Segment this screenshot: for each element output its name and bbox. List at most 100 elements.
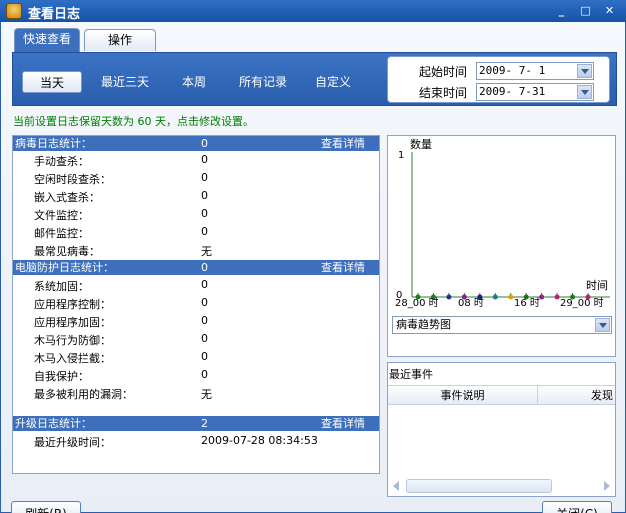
app-shield-icon (6, 3, 22, 19)
stats-row: 手动查杀： 0 (13, 151, 379, 169)
stat-label: 系统加固： (34, 280, 89, 293)
stats-row: 自我保护： 0 (13, 366, 379, 384)
stats-row: 文件监控： 0 (13, 205, 379, 223)
upgrade-details-link[interactable]: 查看详情 (321, 416, 365, 431)
protect-stats-total: 0 (201, 261, 208, 274)
chart-xtick-label: 08 时 (458, 297, 484, 309)
stat-label: 手动查杀： (34, 155, 89, 168)
protect-details-link[interactable]: 查看详情 (321, 260, 365, 275)
upgrade-stats-title: 升级日志统计： (15, 417, 92, 430)
chart-xtick-label: 16 时 (514, 297, 540, 309)
stat-label: 应用程序控制： (34, 298, 111, 311)
range-custom-button[interactable]: 自定义 (308, 71, 358, 93)
end-date-value: 2009- 7-31 (479, 85, 546, 98)
events-table-header: 事件说明 发现 (388, 385, 615, 405)
upgrade-stats-total: 2 (201, 417, 208, 430)
stat-value: 0 (201, 368, 208, 381)
data-point (554, 294, 560, 300)
data-point (446, 294, 452, 300)
stat-value: 0 (201, 314, 208, 327)
protect-stats-title: 电脑防护日志统计： (15, 261, 114, 274)
date-range-box: 起始时间 2009- 7- 1 结束时间 2009- 7-31 (387, 56, 610, 103)
stats-row: 木马入侵拦截： 0 (13, 348, 379, 366)
window-title: 查看日志 (28, 7, 81, 22)
maximize-button[interactable]: □ (577, 3, 594, 19)
tab-operations[interactable]: 操作 (84, 29, 156, 51)
stat-value: 无 (201, 245, 212, 258)
retention-hint-link[interactable]: 当前设置日志保留天数为 60 天，点击修改设置。 (13, 113, 254, 129)
virus-stats-total: 0 (201, 137, 208, 150)
stat-label: 文件监控： (34, 209, 89, 222)
stat-value: 无 (201, 388, 212, 401)
chart-type-value: 病毒趋势图 (396, 318, 451, 331)
stat-label: 自我保护： (34, 370, 89, 383)
chevron-down-icon[interactable] (595, 318, 610, 332)
tab-quick-view[interactable]: 快速查看 (14, 28, 80, 52)
stats-row: 空闲时段查杀： 0 (13, 169, 379, 187)
stats-row: 应用程序加固： 0 (13, 312, 379, 330)
trend-chart-panel: 数量 1 0 时间 28_00 时 08 时 16 时 29_00 时 病毒趋势… (387, 135, 616, 357)
stat-label: 邮件监控： (34, 227, 89, 240)
stats-row: 系统加固： 0 (13, 276, 379, 294)
stat-label: 空闲时段查杀： (34, 173, 111, 186)
virus-stats-title: 病毒日志统计： (15, 137, 92, 150)
range-today-button[interactable]: 当天 (22, 71, 82, 93)
chart-ylabel: 数量 (410, 138, 432, 151)
stat-value: 0 (201, 153, 208, 166)
range-this-week-button[interactable]: 本周 (170, 71, 218, 93)
filter-bar: 当天 最近三天 本周 所有记录 自定义 起始时间 2009- 7- 1 结束时间… (12, 52, 617, 106)
stats-row: 应用程序控制： 0 (13, 294, 379, 312)
chart-xlabel: 时间 (586, 279, 608, 292)
chart-ytick-1: 1 (398, 150, 404, 161)
horizontal-scrollbar[interactable] (390, 478, 613, 494)
protect-stats-header: 电脑防护日志统计： 0 查看详情 (13, 260, 379, 275)
end-date-label: 结束时间 (419, 86, 468, 100)
stat-label: 嵌入式查杀： (34, 191, 100, 204)
start-date-value: 2009- 7- 1 (479, 64, 546, 77)
recent-events-title: 最近事件 (389, 368, 433, 381)
stat-label: 木马入侵拦截： (34, 352, 111, 365)
chevron-down-icon[interactable] (577, 85, 592, 99)
start-date-label: 起始时间 (419, 65, 468, 79)
chevron-down-icon[interactable] (577, 64, 592, 78)
window-body: 快速查看 操作 当天 最近三天 本周 所有记录 自定义 起始时间 2009- 7… (0, 22, 626, 513)
stats-row: 嵌入式查杀： 0 (13, 187, 379, 205)
minimize-button[interactable]: _ (553, 3, 570, 19)
chart-type-select[interactable]: 病毒趋势图 (392, 316, 612, 334)
stat-label: 应用程序加固： (34, 316, 111, 329)
column-event-description[interactable]: 事件说明 (388, 386, 538, 405)
scrollbar-thumb[interactable] (406, 479, 552, 493)
stat-label: 木马行为防御： (34, 334, 111, 347)
stats-row: 木马行为防御： 0 (13, 330, 379, 348)
stats-row: 最常见病毒： 无 (13, 241, 379, 259)
chart-xtick-label: 29_00 时 (560, 297, 604, 309)
stat-label: 最常见病毒： (34, 245, 100, 258)
start-date-picker[interactable]: 2009- 7- 1 (476, 62, 594, 80)
scroll-right-icon[interactable] (604, 481, 610, 491)
virus-details-link[interactable]: 查看详情 (321, 136, 365, 151)
title-bar: 查看日志 _ □ ✕ (0, 0, 626, 22)
end-date-picker[interactable]: 2009- 7-31 (476, 83, 594, 101)
stat-value: 0 (201, 296, 208, 309)
chart-xtick-label: 28_00 时 (395, 297, 439, 309)
stats-row: 最近升级时间： 2009-07-28 08:34:53 (13, 432, 379, 450)
stat-value: 0 (201, 278, 208, 291)
stats-row: 邮件监控： 0 (13, 223, 379, 241)
data-point (508, 294, 514, 300)
upgrade-stats-header: 升级日志统计： 2 查看详情 (13, 416, 379, 431)
stat-label: 最多被利用的漏洞： (34, 388, 133, 401)
range-last-three-days-button[interactable]: 最近三天 (93, 71, 157, 93)
close-button[interactable]: 关闭(C) (542, 501, 612, 513)
stat-value: 0 (201, 332, 208, 345)
stat-value: 0 (201, 350, 208, 363)
stats-row: 最多被利用的漏洞： 无 (13, 384, 379, 402)
trend-chart: 数量 1 0 时间 28_00 时 08 时 16 时 29_00 时 (395, 138, 610, 309)
stat-value: 0 (201, 207, 208, 220)
range-all-records-button[interactable]: 所有记录 (231, 71, 295, 93)
recent-events-panel: 最近事件 事件说明 发现 (387, 362, 616, 497)
refresh-button[interactable]: 刷新(R) (11, 501, 81, 513)
close-window-button[interactable]: ✕ (601, 3, 618, 19)
column-found[interactable]: 发现 (539, 386, 615, 405)
data-point (492, 294, 498, 300)
scroll-left-icon[interactable] (393, 481, 399, 491)
